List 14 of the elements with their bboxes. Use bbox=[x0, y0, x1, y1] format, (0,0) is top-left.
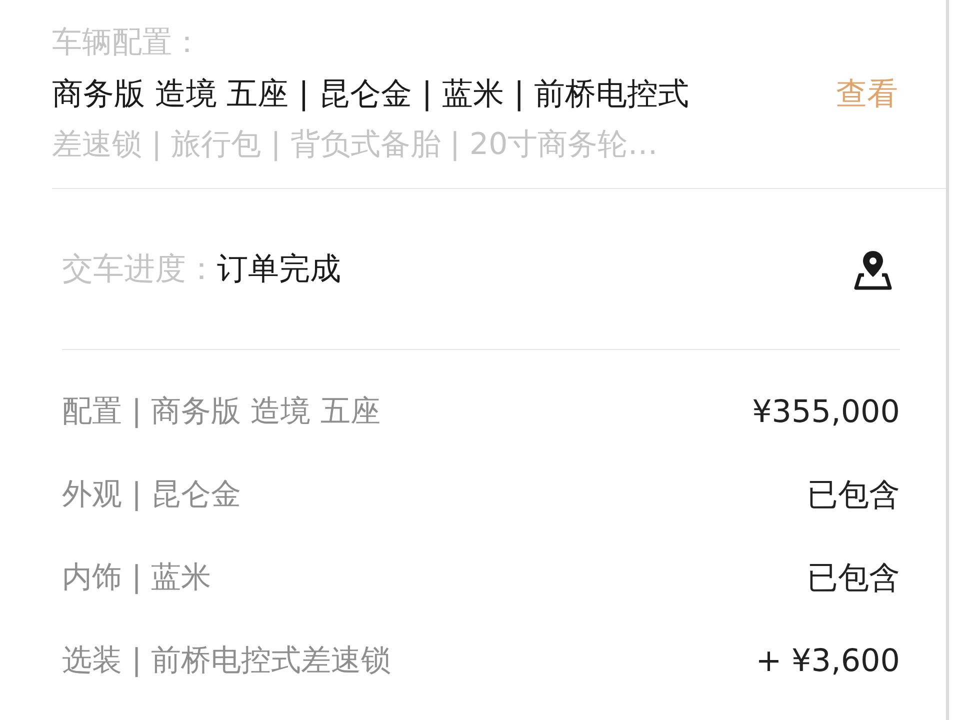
progress-label: 交车进度： bbox=[62, 250, 217, 289]
config-label: 车辆配置： bbox=[52, 24, 203, 62]
item-price: + ¥3,600 bbox=[756, 642, 900, 678]
item-price: 已包含 bbox=[807, 476, 900, 514]
item-price: 已包含 bbox=[807, 558, 900, 598]
progress-status: 订单完成 bbox=[217, 250, 342, 289]
item-name: 配置 | 商务版 造境 五座 bbox=[62, 393, 380, 431]
item-price: ¥355,000 bbox=[752, 394, 900, 430]
config-summary: 商务版 造境 五座 | 昆仑金 | 蓝米 | 前桥电控式 bbox=[52, 75, 690, 114]
item-name: 外观 | 昆仑金 bbox=[62, 476, 242, 514]
item-name: 内饰 | 蓝米 bbox=[62, 559, 212, 597]
config-summary-more: 差速锁 | 旅行包 | 背负式备胎 | 20寸商务轮… bbox=[52, 126, 659, 164]
view-link[interactable]: 查看 bbox=[836, 73, 898, 115]
item-name: 选装 | 前桥电控式差速锁 bbox=[62, 642, 392, 680]
